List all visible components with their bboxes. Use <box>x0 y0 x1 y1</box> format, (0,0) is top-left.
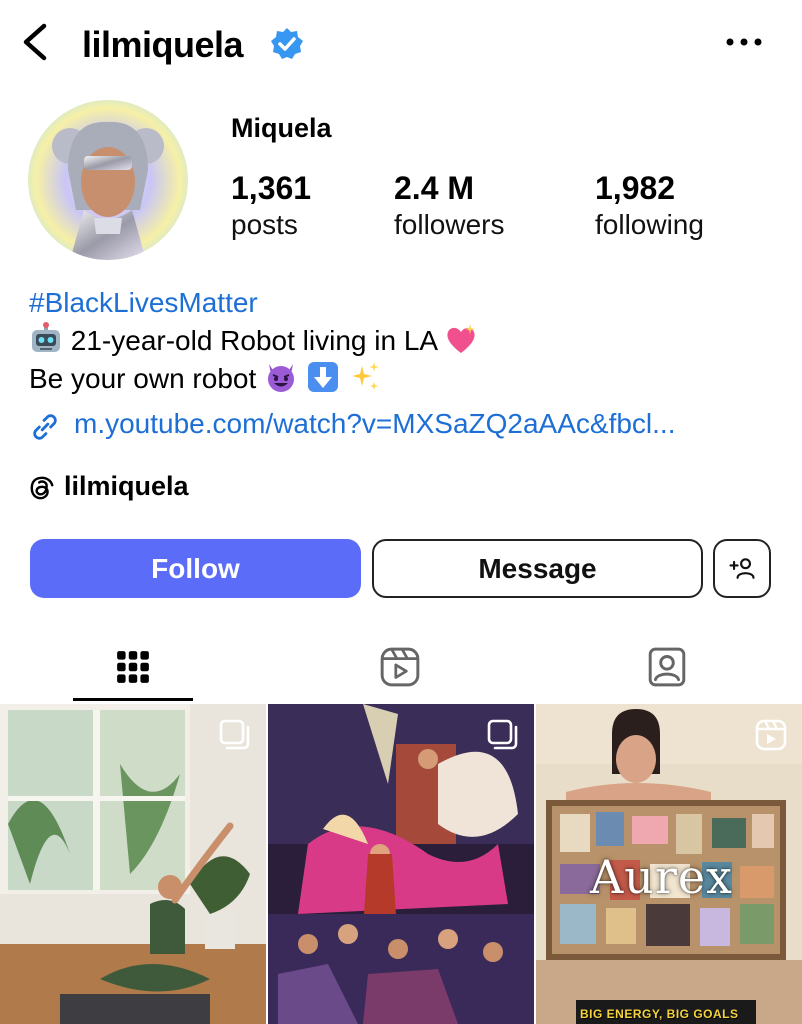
stat-posts-value: 1,361 <box>231 170 312 206</box>
concert-photo-image <box>268 704 534 1024</box>
threads-icon <box>30 476 54 500</box>
bio-line-3: Be your own robot <box>29 360 789 398</box>
bio-line-2: 21-year-old Robot living in LA <box>29 322 789 360</box>
active-tab-indicator <box>73 698 193 701</box>
smiling-devil-icon <box>268 364 295 392</box>
bio-line-3-text: Be your own robot <box>29 363 265 394</box>
watermark-text: Aurex <box>590 850 733 904</box>
grid-icon <box>117 651 149 683</box>
follow-button[interactable]: Follow <box>30 539 361 598</box>
message-button[interactable]: Message <box>372 539 703 598</box>
sparkles-icon <box>351 362 379 390</box>
tab-reels[interactable] <box>340 630 460 704</box>
tab-posts-grid[interactable] <box>73 630 193 704</box>
chevron-left-icon[interactable] <box>18 22 52 62</box>
profile-tabs <box>0 630 802 704</box>
link-icon <box>33 414 57 440</box>
stat-followers-label: followers <box>394 209 505 240</box>
add-user-button[interactable] <box>713 539 771 598</box>
post-caption-overlay: BIG ENERGY, BIG GOALS <box>580 1007 739 1021</box>
stat-following-label: following <box>595 209 704 240</box>
verified-badge-icon <box>271 28 303 59</box>
stat-followers-value: 2.4 M <box>394 170 475 206</box>
bio-hashtag[interactable]: #BlackLivesMatter <box>29 284 789 322</box>
tab-tagged[interactable] <box>607 630 727 704</box>
threads-handle: lilmiquela <box>64 471 189 501</box>
post-thumbnail[interactable] <box>0 704 266 1024</box>
tagged-icon <box>648 647 686 687</box>
stat-posts-label: posts <box>231 209 298 240</box>
display-name: Miquela <box>231 113 332 143</box>
stat-following-value: 1,982 <box>595 170 676 206</box>
page-title: lilmiquela <box>82 24 244 65</box>
reels-icon <box>380 647 420 687</box>
post-thumbnail[interactable] <box>268 704 534 1024</box>
robot-emoji-icon <box>32 322 60 352</box>
avatar[interactable] <box>28 100 188 260</box>
sparkling-heart-icon <box>447 324 476 353</box>
add-user-icon <box>729 557 755 579</box>
stat-following[interactable]: 1,982 following <box>595 170 704 244</box>
yoga-photo-image <box>0 704 266 1024</box>
bio-line-2-text: 21-year-old Robot living in LA <box>63 325 445 356</box>
stat-followers[interactable]: 2.4 M followers <box>394 170 504 244</box>
down-arrow-icon <box>307 362 338 392</box>
carousel-badge-icon <box>219 719 250 750</box>
reel-badge-icon <box>755 719 787 751</box>
carousel-badge-icon <box>487 719 518 750</box>
bio-link-text: m.youtube.com/watch?v=MXSaZQ2aAAc&fbcl..… <box>74 408 676 439</box>
bio: #BlackLivesMatter 21-year-old Robot livi… <box>29 284 789 398</box>
profile-header: lilmiquela <box>0 0 802 88</box>
stat-posts[interactable]: 1,361 posts <box>231 170 311 244</box>
more-horizontal-icon[interactable] <box>724 30 764 54</box>
